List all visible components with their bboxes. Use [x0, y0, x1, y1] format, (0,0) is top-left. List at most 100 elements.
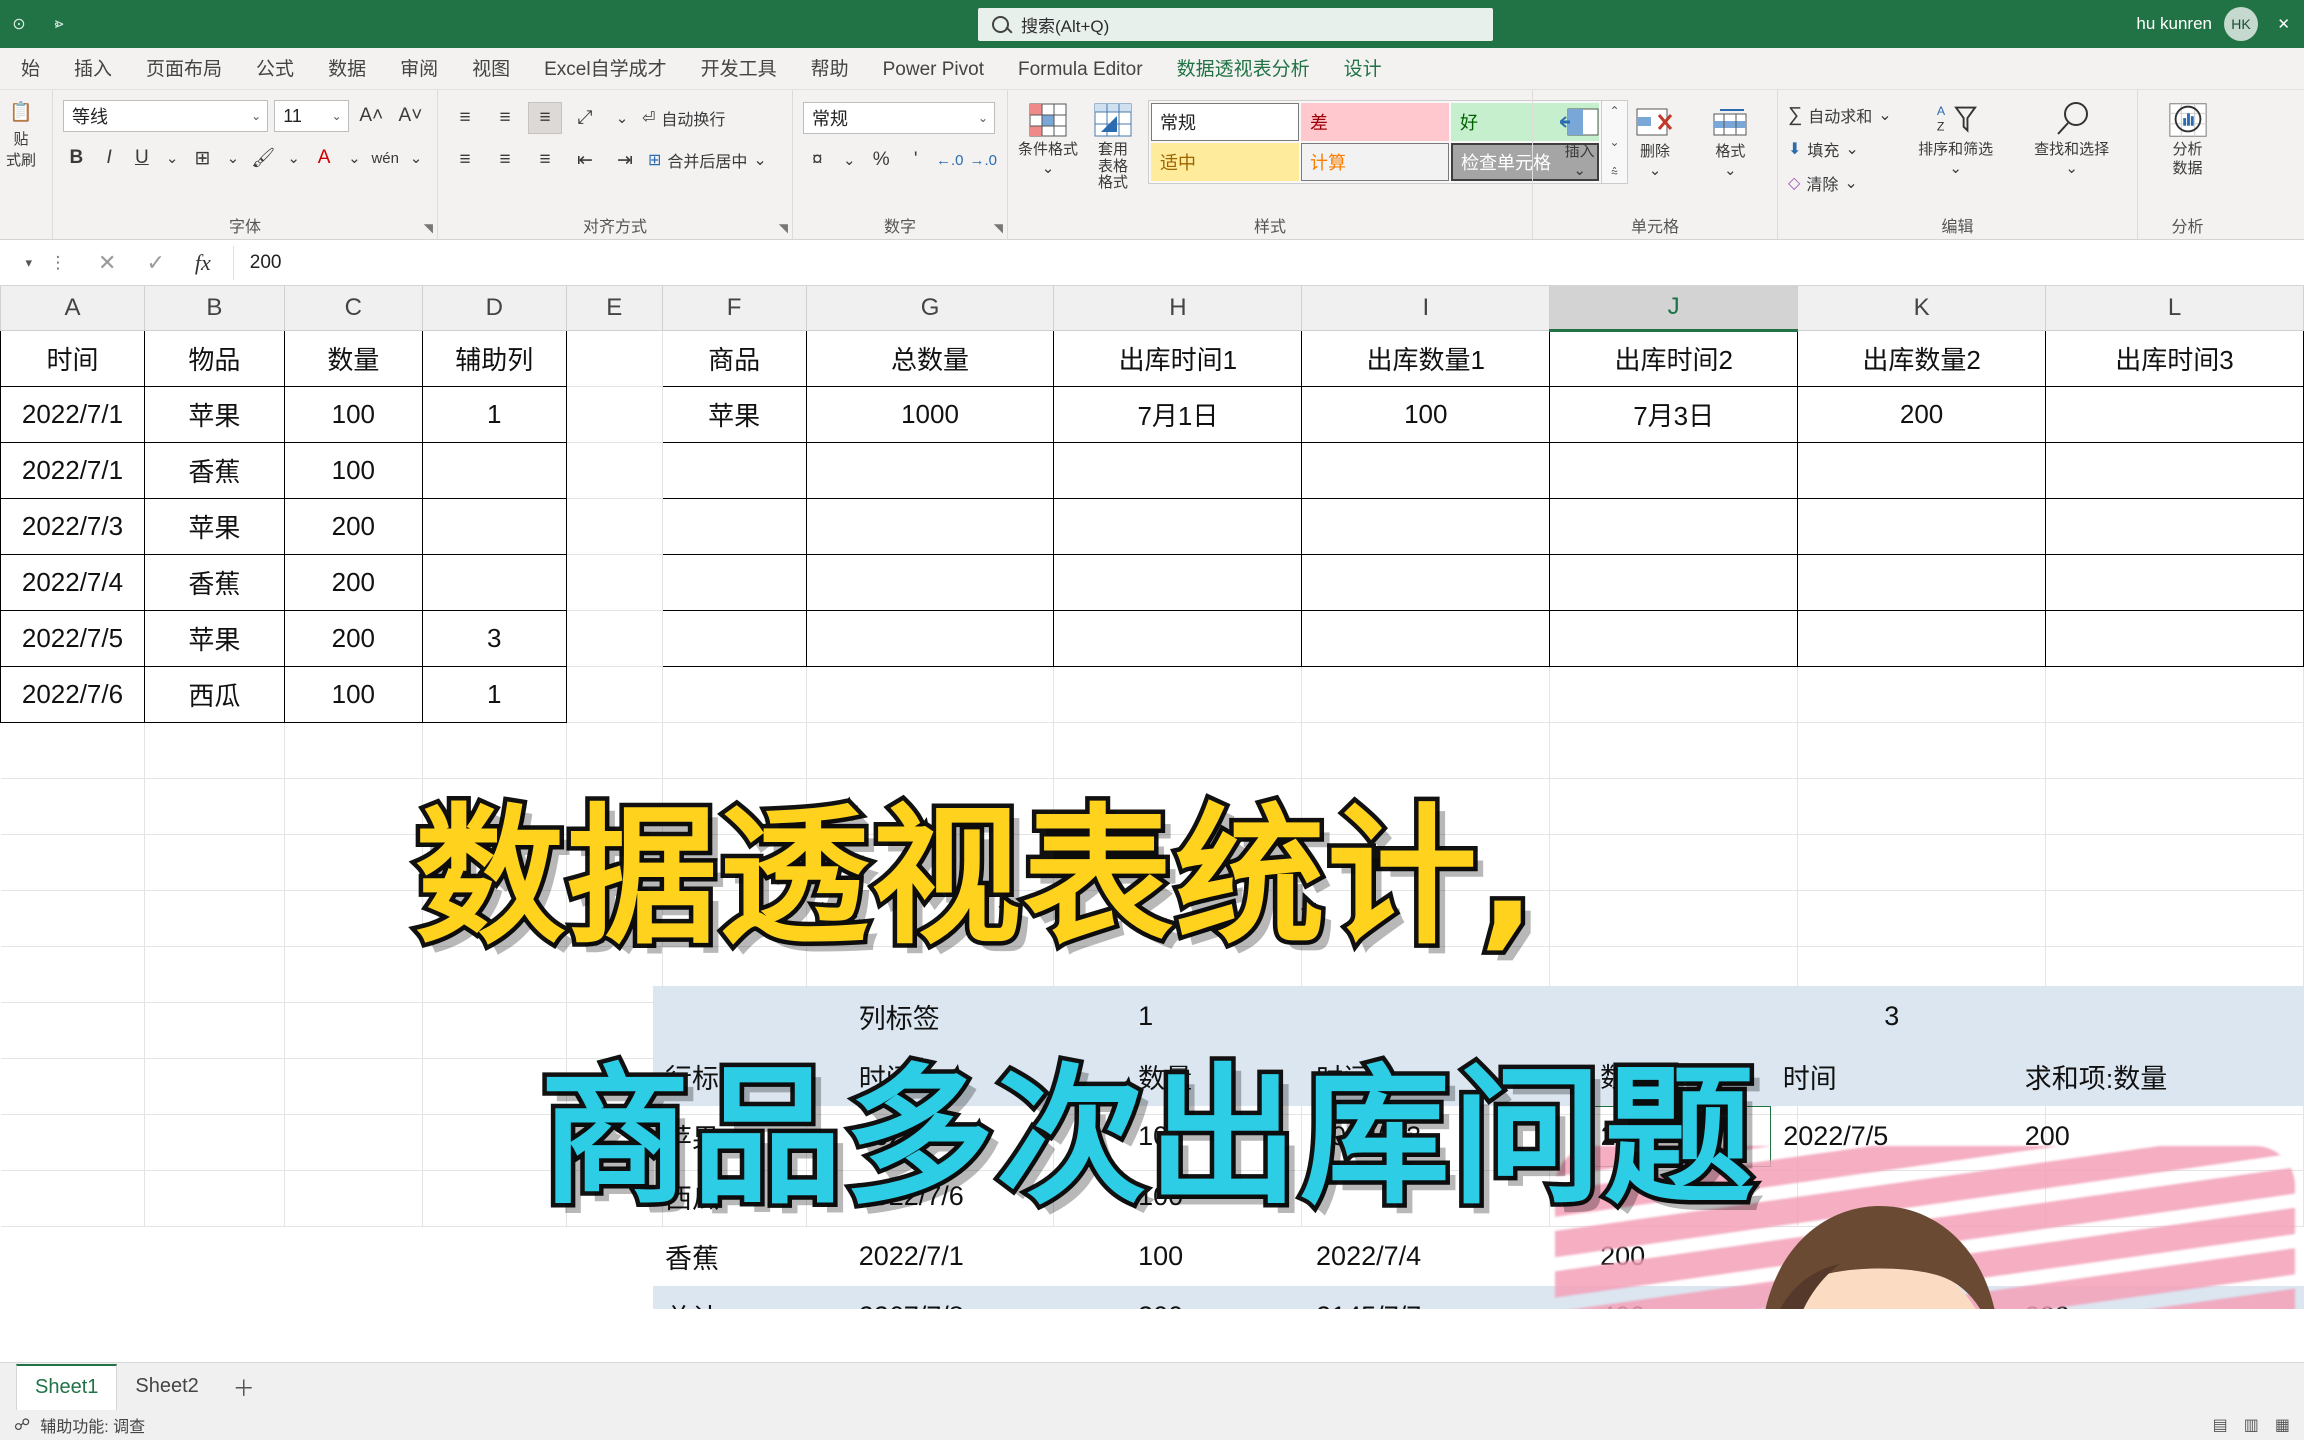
cell-b13[interactable]: [144, 1002, 285, 1059]
cell-g8[interactable]: [806, 722, 1055, 779]
cell-a10[interactable]: [0, 834, 145, 891]
column-header-b[interactable]: B: [143, 286, 285, 331]
cell-j2[interactable]: 7月3日: [1549, 385, 1799, 443]
cell-l7[interactable]: [2045, 666, 2304, 723]
cell-f9[interactable]: [662, 778, 807, 835]
pivot-header-sum-qty[interactable]: 求和项:数量: [2013, 1046, 2304, 1106]
decrease-decimal-icon[interactable]: →.0: [969, 144, 997, 176]
pivot-total-date3[interactable]: [1771, 1286, 2013, 1309]
cell-b3[interactable]: 香蕉: [143, 441, 285, 499]
column-header-f[interactable]: F: [661, 286, 807, 331]
cell-d7[interactable]: 1: [421, 665, 567, 723]
cell-f5[interactable]: [661, 553, 807, 611]
page-break-view-icon[interactable]: ▦: [2275, 1415, 2290, 1435]
cell-c1[interactable]: 数量: [283, 329, 423, 387]
cell-l2[interactable]: [2045, 385, 2304, 443]
page-layout-view-icon[interactable]: ▥: [2244, 1415, 2259, 1435]
cell-d10[interactable]: [422, 834, 567, 891]
cell-j9[interactable]: [1549, 778, 1799, 835]
orientation-icon[interactable]: ⤢: [568, 102, 602, 134]
search-box[interactable]: 搜索(Alt+Q): [978, 8, 1493, 41]
pivot-apple-qty1[interactable]: 100: [1126, 1106, 1304, 1166]
cell-i9[interactable]: [1301, 778, 1551, 835]
decrease-indent-icon[interactable]: ⇤: [568, 144, 602, 176]
merge-center-button[interactable]: ⊞ 合并后居中 ⌄: [648, 145, 767, 175]
tab-view[interactable]: 视图: [455, 51, 527, 89]
chevron-down-icon[interactable]: ⌄: [1724, 162, 1737, 180]
chevron-down-icon[interactable]: ⌄: [251, 109, 261, 123]
tab-power-pivot[interactable]: Power Pivot: [866, 51, 1001, 89]
chevron-down-icon[interactable]: ⌄: [161, 142, 183, 174]
cell-k11[interactable]: [1797, 890, 2047, 947]
pivot-banana-date1[interactable]: 2022/7/1: [847, 1226, 1126, 1286]
tab-developer[interactable]: 开发工具: [684, 51, 794, 89]
cell-j1[interactable]: 出库时间2: [1549, 329, 1799, 387]
chevron-down-icon[interactable]: ⌄: [405, 142, 427, 174]
cell-h10[interactable]: [1053, 834, 1303, 891]
cell-c9[interactable]: [284, 778, 423, 835]
avatar[interactable]: HK: [2224, 7, 2258, 41]
chevron-down-icon[interactable]: ⌄: [332, 109, 342, 123]
cell-k7[interactable]: [1797, 666, 2047, 723]
number-dialog-launcher[interactable]: ◥: [994, 221, 1003, 235]
currency-icon[interactable]: ¤: [803, 144, 832, 176]
format-painter-label[interactable]: 式刷: [6, 149, 36, 170]
cell-d6[interactable]: 3: [421, 609, 567, 667]
cell-j7[interactable]: [1549, 666, 1799, 723]
pivot-banana-qty3[interactable]: [2013, 1226, 2304, 1286]
cell-k3[interactable]: [1797, 441, 2047, 499]
insert-cells-button[interactable]: 插入 ⌄: [1543, 102, 1616, 179]
cell-g11[interactable]: [806, 890, 1055, 947]
column-header-c[interactable]: C: [283, 286, 423, 331]
cell-k8[interactable]: [1797, 722, 2047, 779]
column-header-i[interactable]: I: [1301, 286, 1551, 331]
cell-j8[interactable]: [1549, 722, 1799, 779]
cell-f1[interactable]: 商品: [661, 329, 807, 387]
cell-h5[interactable]: [1053, 553, 1303, 611]
pivot-banana-qty2[interactable]: 200: [1588, 1226, 1771, 1286]
cell-l10[interactable]: [2045, 834, 2304, 891]
cell-a13[interactable]: [0, 1002, 145, 1059]
cell-c11[interactable]: [284, 890, 423, 947]
cell-style-normal[interactable]: 常规: [1151, 103, 1300, 141]
insert-function-icon[interactable]: fx: [195, 250, 211, 276]
borders-icon[interactable]: ⊞: [189, 142, 216, 174]
pivot-watermelon-date1[interactable]: 2022/7/6: [847, 1166, 1126, 1226]
tab-excel-self-study[interactable]: Excel自学成才: [527, 51, 683, 89]
cell-j4[interactable]: [1549, 497, 1799, 555]
add-sheet-button[interactable]: ＋: [217, 1371, 271, 1403]
cell-d5[interactable]: [421, 553, 567, 611]
delete-cells-button[interactable]: 删除 ⌄: [1618, 102, 1691, 179]
cell-d2[interactable]: 1: [421, 385, 567, 443]
cell-f2[interactable]: 苹果: [661, 385, 807, 443]
pivot-col-blank-2[interactable]: [1588, 986, 1771, 1046]
cell-e16[interactable]: [566, 1170, 663, 1227]
cell-i11[interactable]: [1301, 890, 1551, 947]
cell-a4[interactable]: 2022/7/3: [0, 497, 145, 555]
cell-a5[interactable]: 2022/7/4: [0, 553, 145, 611]
pivot-corner-cell[interactable]: [653, 986, 847, 1046]
align-top-icon[interactable]: ≡: [448, 102, 482, 134]
pivot-apple-qty2[interactable]: 200: [1587, 1105, 1772, 1167]
bold-button[interactable]: B: [63, 142, 90, 174]
name-box[interactable]: ▾: [0, 246, 40, 280]
cell-l5[interactable]: [2045, 553, 2304, 611]
pivot-column-label-caption[interactable]: 列标签: [847, 986, 1126, 1046]
cell-g7[interactable]: [806, 666, 1055, 723]
cell-i8[interactable]: [1301, 722, 1551, 779]
align-center-icon[interactable]: ≡: [488, 144, 522, 176]
cell-b1[interactable]: 物品: [143, 329, 285, 387]
cell-a11[interactable]: [0, 890, 145, 947]
cell-e14[interactable]: [566, 1058, 663, 1115]
cell-d1[interactable]: 辅助列: [421, 329, 567, 387]
tab-review[interactable]: 审阅: [383, 51, 455, 89]
pivot-row-label-banana[interactable]: 香蕉: [653, 1226, 847, 1286]
column-header-l[interactable]: L: [2045, 286, 2304, 331]
chevron-down-icon[interactable]: ⌄: [222, 142, 244, 174]
cell-k9[interactable]: [1797, 778, 2047, 835]
pivot-header-time-1[interactable]: 时间: [847, 1046, 1126, 1106]
sheet-tab-sheet1[interactable]: Sheet1: [16, 1363, 118, 1410]
cell-d16[interactable]: [422, 1170, 567, 1227]
chevron-down-icon[interactable]: ⌄: [1573, 162, 1586, 180]
cell-f7[interactable]: [662, 666, 807, 723]
